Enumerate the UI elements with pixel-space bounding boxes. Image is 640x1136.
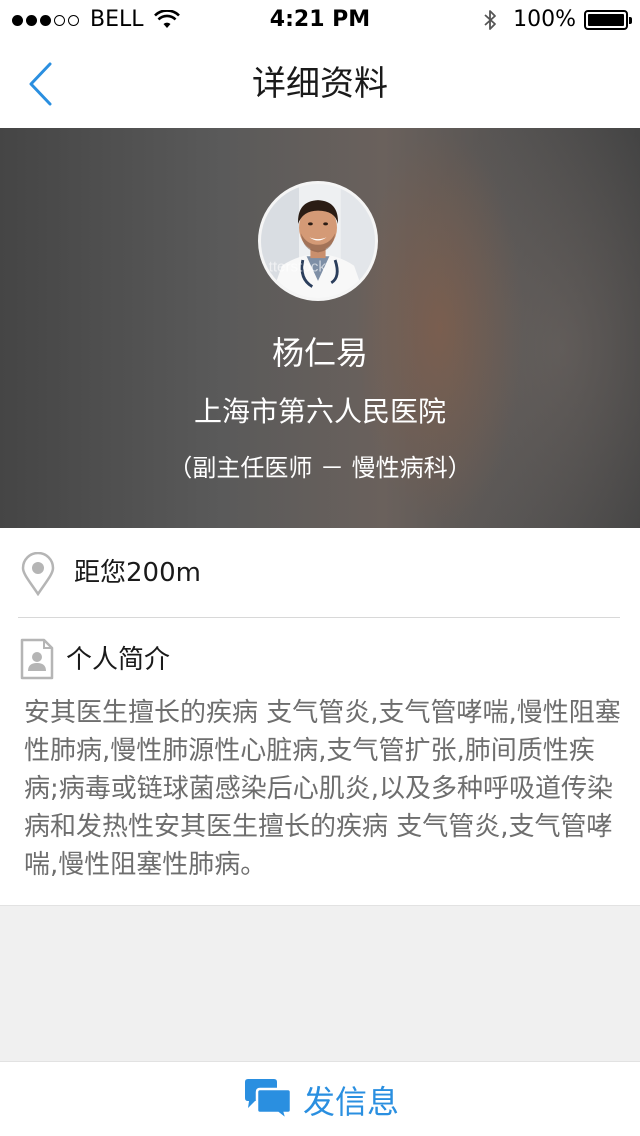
profile-card-icon — [20, 638, 54, 680]
send-message-button[interactable]: 发信息 — [200, 1062, 440, 1136]
doctor-title: （副主任医师 － 慢性病科） — [168, 454, 472, 482]
intro-body: 安其医生擅长的疾病 支气管炎,支气管哮喘,慢性阻塞性肺病,慢性肺源性心脏病,支气… — [24, 698, 621, 880]
doctor-photo: tterstock — [261, 184, 375, 298]
distance-text: 距您200m — [74, 558, 201, 588]
distance-row: 距您200m — [0, 528, 640, 618]
empty-area — [0, 905, 640, 1062]
intro-title: 个人简介 — [66, 645, 171, 675]
chat-bubbles-icon — [244, 1078, 293, 1122]
send-message-label: 发信息 — [302, 1082, 399, 1121]
detail-profile-screen: BELL 4:21 PM 100% 详细资料 tterstock 杨仁易 上海市… — [0, 0, 640, 1136]
intro-header: 个人简介 — [0, 618, 640, 702]
doctor-name: 杨仁易 — [271, 334, 368, 372]
bottom-bar: 发信息 — [0, 1061, 640, 1136]
battery-percentage: 100% — [513, 7, 576, 32]
avatar: tterstock — [258, 181, 378, 301]
location-pin-icon — [21, 552, 55, 596]
bluetooth-icon — [484, 10, 496, 30]
status-right: 100% — [483, 6, 632, 34]
navigation-bar: 详细资料 — [0, 40, 640, 128]
page-title: 详细资料 — [252, 64, 388, 104]
avatar-watermark: tterstock — [269, 258, 327, 275]
doctor-hospital: 上海市第六人民医院 — [193, 395, 446, 428]
battery-fill — [588, 14, 624, 26]
battery-icon — [584, 10, 632, 30]
battery-tip — [629, 17, 632, 24]
profile-header: tterstock 杨仁易 上海市第六人民医院 （副主任医师 － 慢性病科） — [0, 128, 640, 528]
status-bar: BELL 4:21 PM 100% — [0, 0, 640, 40]
